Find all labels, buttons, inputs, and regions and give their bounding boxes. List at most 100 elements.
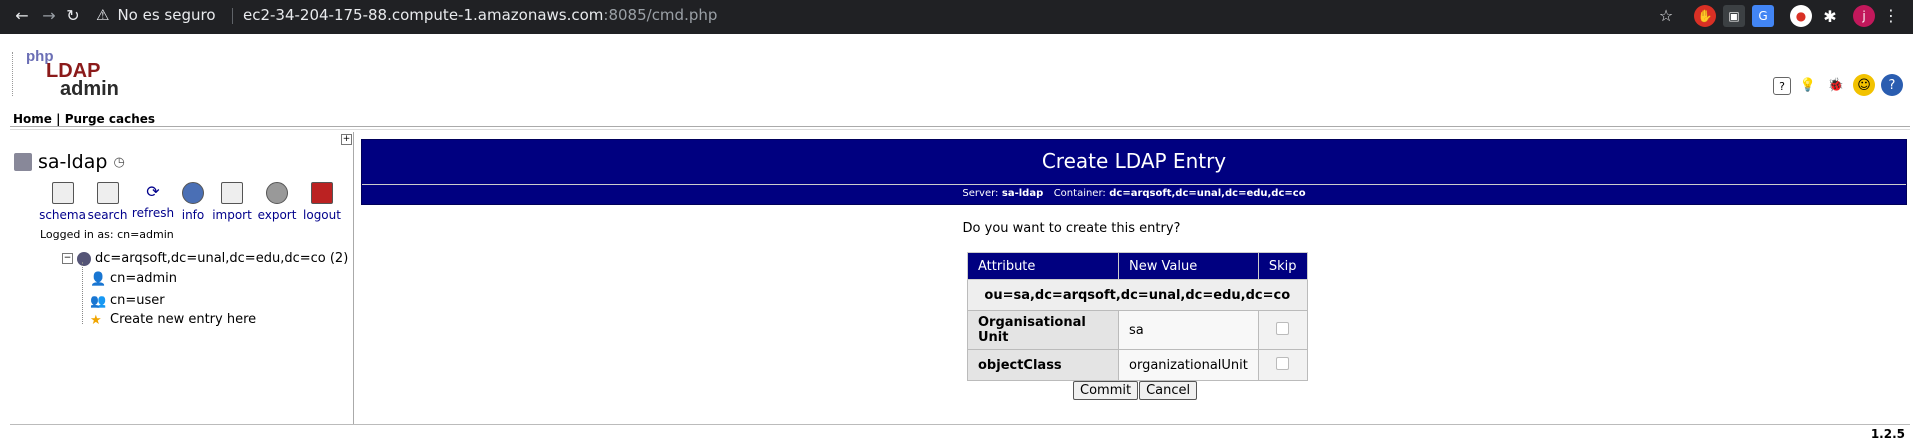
back-arrow-icon[interactable]: ←: [12, 5, 32, 25]
browser-toolbar: ← → ↻ ⚠ No es seguro ec2-34-204-175-88.c…: [0, 0, 1913, 31]
skip-checkbox[interactable]: [1276, 356, 1290, 370]
logo-admin-text: admin: [60, 78, 119, 100]
url-path: :8085/cmd.php: [603, 6, 718, 24]
security-indicator[interactable]: ⚠ No es seguro: [96, 6, 216, 24]
url-host: ec2-34-204-175-88.compute-1.amazonaws.co…: [243, 6, 604, 24]
logout-icon: [311, 182, 333, 204]
container-value: dc=arqsoft,dc=unal,dc=edu,dc=co: [1109, 188, 1306, 199]
collapse-icon[interactable]: −: [62, 253, 73, 264]
table-row: objectClass organizationalUnit: [967, 349, 1308, 381]
info-icon: [182, 182, 204, 204]
cancel-button[interactable]: Cancel: [1139, 381, 1198, 400]
skip-checkbox[interactable]: [1276, 321, 1290, 335]
base-dn-node: − dc=arqsoft,dc=unal,dc=edu,dc=co (2): [62, 251, 348, 266]
column-header: New Value: [1118, 252, 1259, 280]
help-bubble-icon[interactable]: ?: [1773, 77, 1791, 95]
entry-table: Attribute New Value Skip ou=sa,dc=arqsof…: [967, 252, 1308, 381]
reload-icon[interactable]: ↻: [63, 5, 83, 25]
extension-icon[interactable]: ▣: [1723, 5, 1745, 27]
column-header: Skip: [1257, 252, 1308, 280]
tree-child-label: cn=admin: [110, 271, 178, 286]
phpldapadmin-logo[interactable]: php LDAP admin: [12, 48, 122, 100]
export-tool[interactable]: export: [254, 182, 300, 222]
expand-panel-icon[interactable]: +: [341, 134, 352, 145]
lightbulb-icon[interactable]: 💡: [1797, 74, 1819, 96]
extensions-puzzle-icon[interactable]: ✱: [1819, 5, 1841, 27]
tree-child-user[interactable]: 👥 cn=user: [90, 293, 165, 309]
import-icon: [221, 182, 243, 204]
translate-extension-icon[interactable]: G: [1752, 5, 1774, 27]
refresh-tool[interactable]: ⟳ refresh: [130, 182, 176, 222]
bug-icon[interactable]: 🐞: [1825, 74, 1847, 96]
smiley-icon[interactable]: ☺: [1853, 74, 1875, 96]
dn-cell: ou=sa,dc=arqsoft,dc=unal,dc=edu,dc=co: [967, 279, 1308, 311]
home-link[interactable]: Home: [13, 112, 52, 126]
export-label: export: [257, 208, 297, 222]
server-icon: [14, 153, 32, 171]
attribute-cell: objectClass: [967, 349, 1119, 381]
import-tool[interactable]: import: [210, 182, 254, 222]
schema-label: schema: [39, 208, 86, 222]
footer-divider: [10, 424, 1910, 425]
refresh-icon: ⟳: [146, 182, 160, 201]
help-icon[interactable]: ?: [1881, 74, 1903, 96]
server-label: Server:: [962, 188, 999, 199]
skip-cell: [1257, 310, 1308, 350]
tree-connector: [82, 262, 84, 324]
column-header: Attribute: [967, 252, 1119, 280]
header-divider: [10, 126, 1910, 127]
table-header-row: Attribute New Value Skip: [967, 252, 1308, 280]
search-tool[interactable]: search: [85, 182, 130, 222]
tree-panel: [10, 132, 354, 424]
toolbar-border: [0, 31, 1913, 34]
value-cell: sa: [1118, 310, 1259, 350]
globe-icon: [77, 251, 91, 266]
info-tool[interactable]: info: [176, 182, 210, 222]
tree-create-entry[interactable]: ★ Create new entry here: [90, 312, 257, 328]
server-value: sa-ldap: [1001, 188, 1044, 199]
confirm-question: Do you want to create this entry?: [962, 221, 1181, 236]
bookmark-star-icon[interactable]: ☆: [1656, 5, 1676, 25]
logout-tool[interactable]: logout: [300, 182, 344, 222]
server-heading: sa-ldap ◷: [14, 151, 125, 173]
address-bar[interactable]: ec2-34-204-175-88.compute-1.amazonaws.co…: [243, 6, 717, 24]
action-buttons: Commit Cancel: [1073, 381, 1198, 400]
user-icon: 👤: [90, 271, 107, 287]
export-icon: [266, 182, 288, 204]
container-label: Container:: [1053, 188, 1106, 199]
tree-child-admin[interactable]: 👤 cn=admin: [90, 271, 178, 287]
forward-arrow-icon[interactable]: →: [39, 5, 59, 25]
refresh-label: refresh: [131, 206, 175, 220]
schema-icon: [51, 182, 74, 204]
purge-caches-link[interactable]: Purge caches: [65, 112, 155, 126]
page-title: Create LDAP Entry: [1041, 149, 1227, 173]
nav-separator: |: [56, 112, 61, 126]
header-icons: ? 💡 🐞 ☺ ?: [1773, 74, 1903, 96]
import-label: import: [212, 208, 252, 222]
warning-icon: ⚠: [96, 6, 110, 24]
page-banner: Create LDAP Entry Server: sa-ldap Contai…: [361, 139, 1907, 205]
create-entry-label: Create new entry here: [110, 312, 257, 327]
address-separator: [232, 8, 233, 24]
value-cell: organizationalUnit: [1118, 349, 1259, 381]
clock-icon[interactable]: ◷: [113, 155, 124, 170]
skip-cell: [1257, 349, 1308, 381]
info-label: info: [181, 208, 205, 222]
header-divider-secondary: [10, 129, 1910, 130]
group-icon: 👥: [90, 293, 107, 309]
menu-kebab-icon[interactable]: ⋮: [1883, 5, 1899, 25]
record-extension-icon[interactable]: ●: [1790, 5, 1812, 27]
commit-button[interactable]: Commit: [1073, 381, 1139, 400]
adblock-extension-icon[interactable]: ✋: [1694, 5, 1716, 27]
security-label: No es seguro: [117, 6, 216, 24]
server-name[interactable]: sa-ldap: [38, 151, 107, 173]
base-dn-label[interactable]: dc=arqsoft,dc=unal,dc=edu,dc=co (2): [95, 251, 348, 266]
schema-tool[interactable]: schema: [39, 182, 86, 222]
profile-avatar[interactable]: j: [1853, 5, 1875, 27]
logout-label: logout: [303, 208, 341, 222]
top-nav: Home | Purge caches: [13, 112, 155, 126]
attribute-cell: Organisational Unit: [967, 310, 1119, 350]
tree-child-label: cn=user: [110, 293, 165, 308]
dn-row: ou=sa,dc=arqsoft,dc=unal,dc=edu,dc=co: [967, 279, 1308, 311]
banner-subtitle: Server: sa-ldap Container: dc=arqsoft,dc…: [362, 184, 1906, 205]
